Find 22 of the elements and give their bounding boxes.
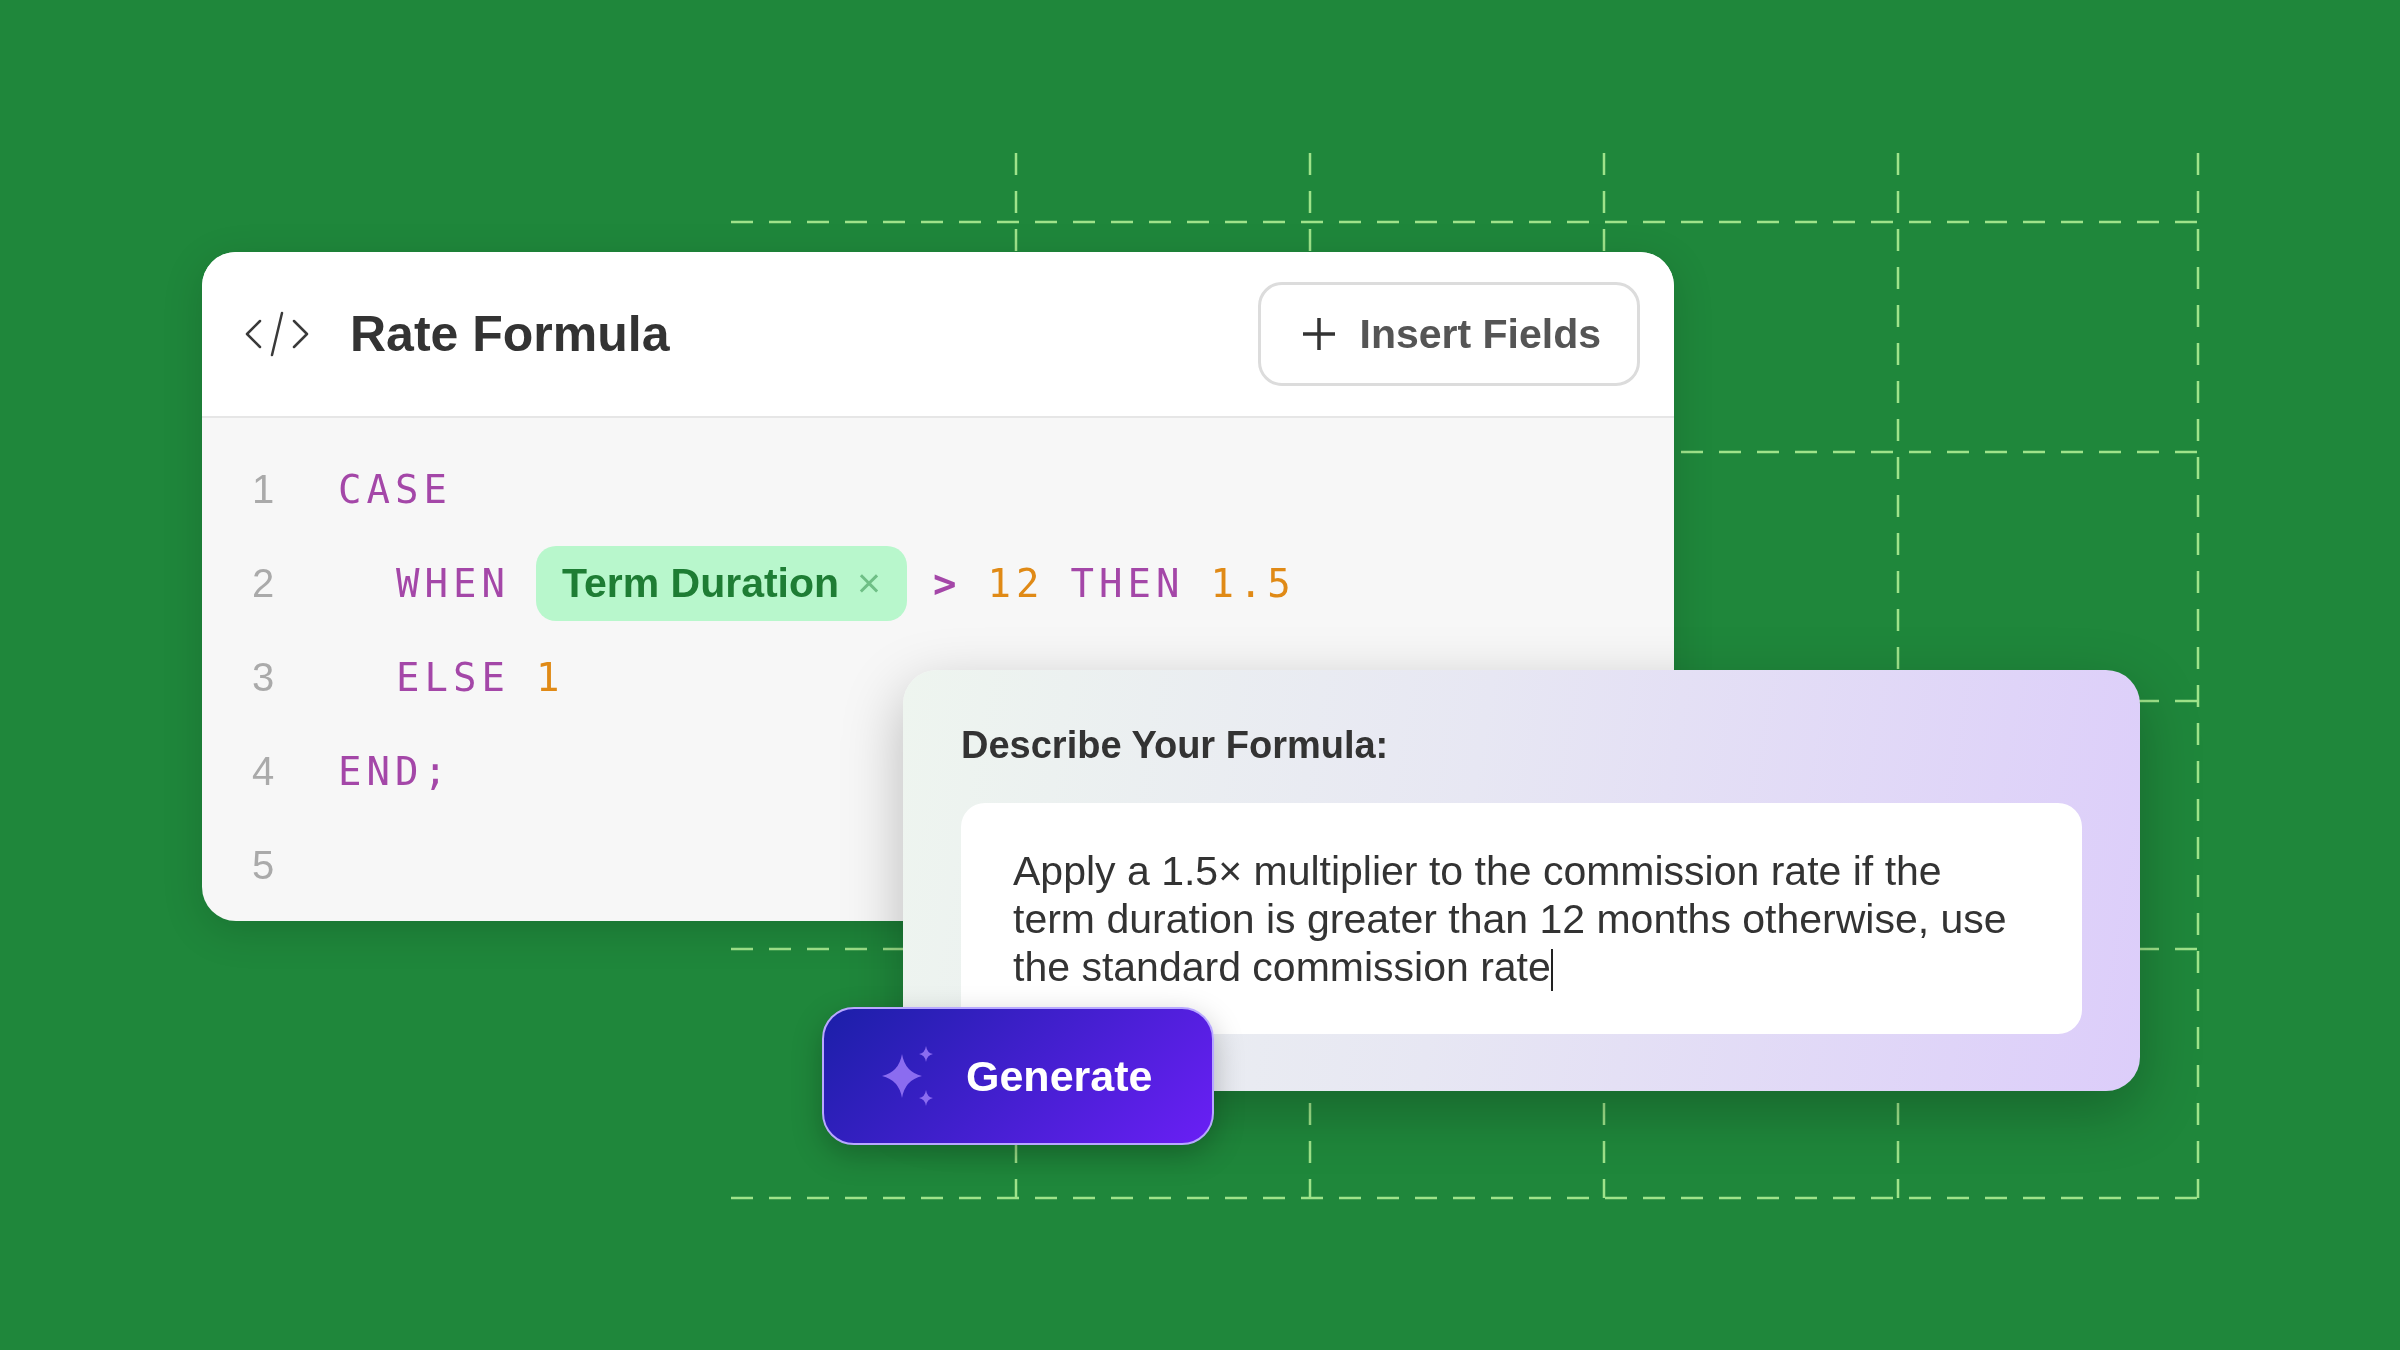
description-field[interactable]: Apply a 1.5× multiplier to the commission rate if the term duration is greater than 12 months otherwise, use the standard commission rate	[961, 803, 2082, 1034]
line-number: 1	[251, 466, 276, 512]
insert-fields-button[interactable]: Insert Fields	[1258, 282, 1640, 386]
plus-icon	[1301, 316, 1338, 352]
field-chip[interactable]: Term Duration ×	[535, 545, 908, 621]
code-keyword: END;	[338, 748, 452, 794]
code-number: 1	[535, 654, 565, 700]
line-number: 2	[251, 560, 276, 606]
line-number: 5	[251, 842, 276, 888]
code-number: 12	[987, 560, 1045, 606]
code-keyword: WHEN	[396, 560, 510, 606]
line-number: 4	[251, 748, 276, 794]
code-keyword: THEN	[1070, 560, 1185, 606]
code-icon	[244, 309, 310, 359]
code-operator: >	[933, 560, 962, 606]
editor-title: Rate Formula	[350, 305, 671, 363]
prompt-label: Describe Your Formula:	[961, 724, 1390, 767]
code-keyword: ELSE	[396, 654, 510, 700]
code-keyword: CASE	[338, 466, 452, 512]
line-number: 3	[251, 654, 276, 700]
generate-button[interactable]: Generate	[822, 1007, 1214, 1145]
code-number: 1.5	[1210, 560, 1296, 606]
